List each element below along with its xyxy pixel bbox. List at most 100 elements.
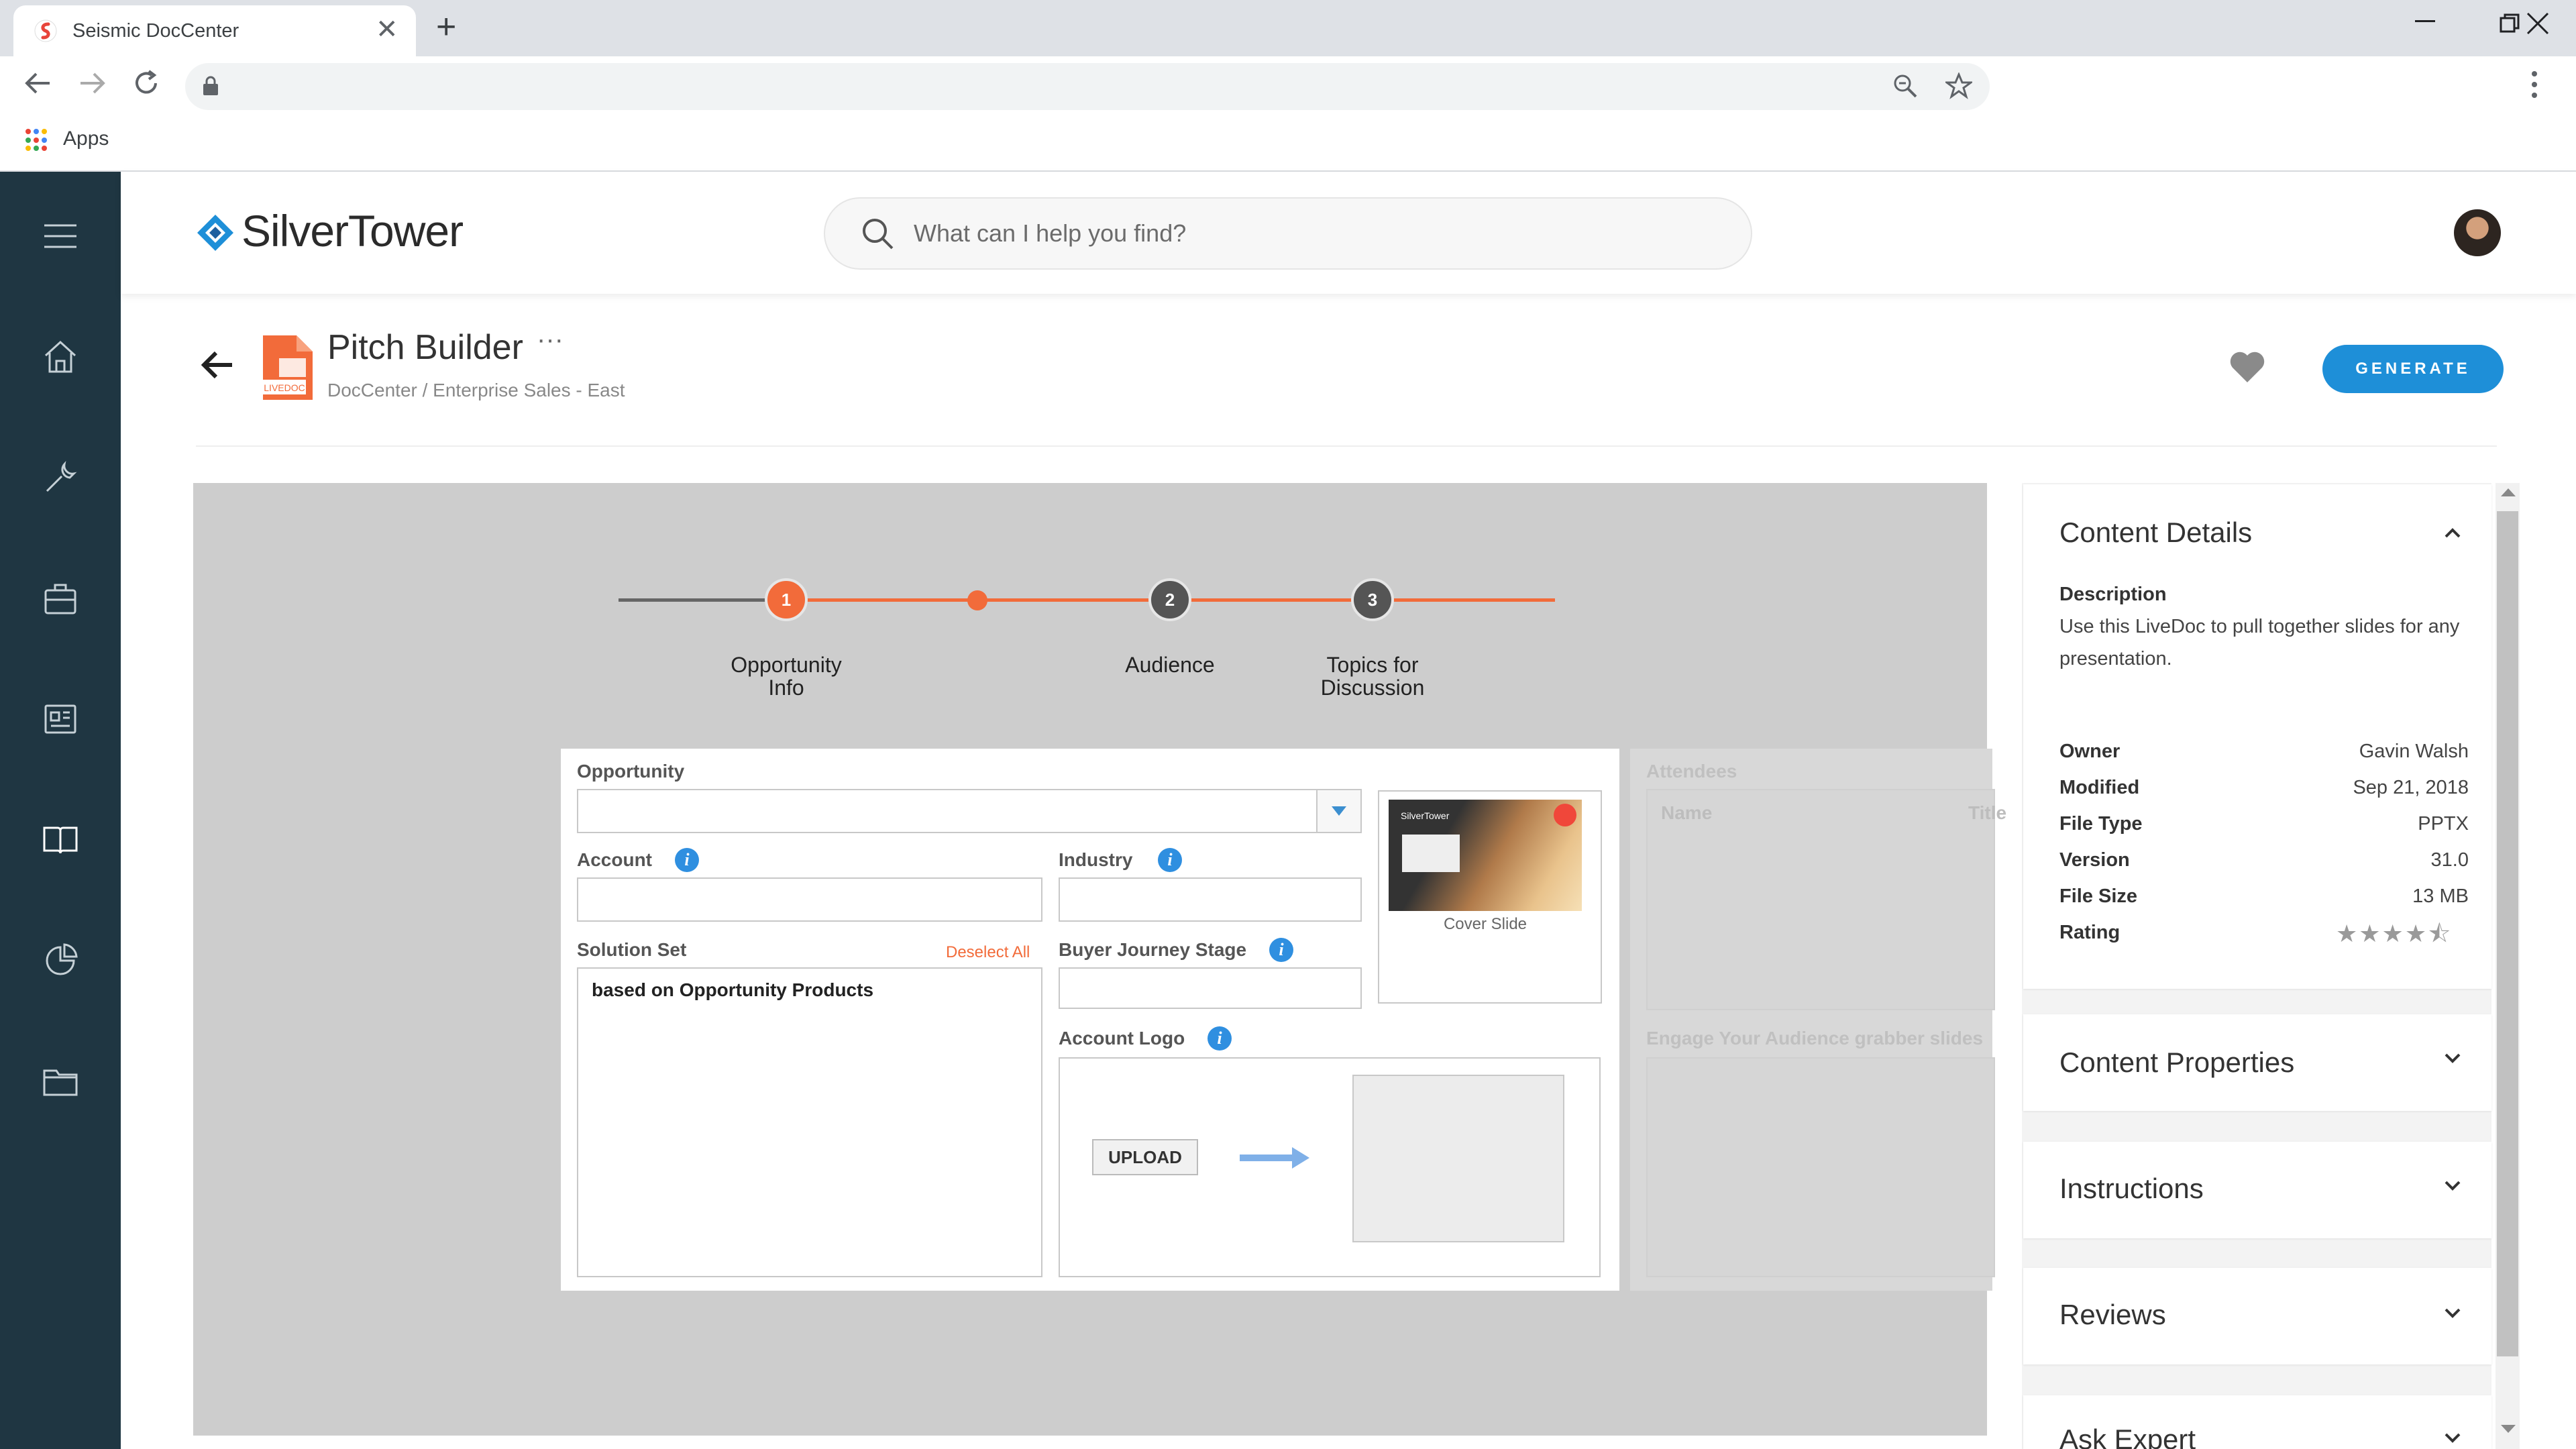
attendees-table[interactable]: Name Title <box>1646 789 2006 1010</box>
file-size-label: File Size <box>2059 885 2138 907</box>
dropdown-caret-icon <box>1332 806 1346 816</box>
modified-value: Sep 21, 2018 <box>2353 777 2469 798</box>
folder-icon[interactable] <box>36 1057 85 1106</box>
app-sidebar <box>0 172 121 1449</box>
seismic-favicon-icon <box>34 19 57 42</box>
silvertower-logo-icon[interactable] <box>196 213 235 252</box>
owner-label: Owner <box>2059 741 2121 762</box>
industry-info-icon[interactable]: i <box>1158 848 1182 872</box>
scroll-up-icon[interactable] <box>2501 487 2516 496</box>
generate-button[interactable]: GENERATE <box>2322 345 2504 393</box>
chevron-down-icon[interactable] <box>2442 1303 2463 1324</box>
description-label: Description <box>2059 584 2167 605</box>
new-tab-button[interactable]: + <box>436 9 456 44</box>
back-icon[interactable] <box>23 68 52 98</box>
close-window-icon[interactable] <box>2526 12 2549 35</box>
rating-stars[interactable]: ★★★★⯪ <box>2336 916 2452 957</box>
modified-label: Modified <box>2059 777 2140 798</box>
apps-icon[interactable] <box>25 129 48 152</box>
breadcrumb[interactable]: DocCenter / Enterprise Sales - East <box>327 380 625 401</box>
chevron-up-icon[interactable] <box>2442 522 2463 543</box>
forward-icon[interactable] <box>78 68 107 98</box>
buyer-journey-info-icon[interactable]: i <box>1269 938 1293 962</box>
step-2-label[interactable]: Audience <box>1103 653 1237 676</box>
browser-menu-icon[interactable] <box>2530 70 2538 99</box>
zoom-icon[interactable] <box>1892 72 1919 99</box>
reload-icon[interactable] <box>131 68 161 98</box>
opportunity-dropdown-button[interactable] <box>1316 790 1360 832</box>
app-logo-text[interactable]: SilverTower <box>241 205 464 256</box>
header-divider <box>196 445 2497 447</box>
content-details-card <box>2023 484 2491 989</box>
industry-input[interactable] <box>1059 877 1362 922</box>
buyer-journey-input[interactable] <box>1059 967 1362 1009</box>
grabber-slides-label: Engage Your Audience grabber slides <box>1646 1028 1984 1049</box>
account-logo-info-icon[interactable]: i <box>1208 1026 1232 1051</box>
owner-value: Gavin Walsh <box>2359 741 2469 762</box>
search-icon <box>863 219 894 250</box>
reviews-title[interactable]: Reviews <box>2059 1299 2166 1331</box>
description-text: Use this LiveDoc to pull together slides… <box>2059 616 2460 669</box>
wrench-icon[interactable] <box>36 453 85 502</box>
ask-expert-title[interactable]: Ask Expert <box>2059 1424 2196 1449</box>
user-avatar[interactable] <box>2454 209 2501 256</box>
step-1-label[interactable]: Opportunity Info <box>719 653 853 699</box>
deselect-all-link[interactable]: Deselect All <box>946 943 1030 962</box>
lock-badge-icon <box>1554 804 1576 826</box>
search-input[interactable] <box>914 213 1719 254</box>
favorite-heart-icon[interactable] <box>2229 350 2266 384</box>
grabber-slides-box[interactable] <box>1646 1057 1995 1277</box>
industry-label: Industry <box>1059 849 1133 870</box>
tab-title: Seismic DocCenter <box>72 20 239 42</box>
browser-tab[interactable]: Seismic DocCenter ✕ <box>13 5 416 56</box>
file-type-value: PPTX <box>2418 813 2469 835</box>
version-value: 31.0 <box>2430 849 2469 871</box>
attendees-col-title: Title <box>1968 802 2007 823</box>
content-properties-title[interactable]: Content Properties <box>2059 1046 2294 1079</box>
upload-button[interactable]: UPLOAD <box>1092 1139 1198 1175</box>
news-icon[interactable] <box>36 695 85 743</box>
page-title: Pitch Builder <box>327 328 523 367</box>
back-arrow-icon[interactable] <box>199 346 236 384</box>
more-options-icon[interactable]: ··· <box>537 325 564 355</box>
version-label: Version <box>2059 849 2130 871</box>
step-3-label[interactable]: Topics for Discussion <box>1305 653 1440 699</box>
minimize-icon[interactable] <box>2415 20 2435 23</box>
apps-bookmark[interactable]: Apps <box>63 127 109 150</box>
solution-set-value[interactable]: based on Opportunity Products <box>592 979 873 1001</box>
home-icon[interactable] <box>36 333 85 381</box>
cover-slide-thumbnail[interactable]: SilverTower <box>1389 800 1582 911</box>
step-2-circle[interactable]: 2 <box>1148 578 1191 621</box>
rating-label: Rating <box>2059 922 2121 943</box>
bookmark-star-icon[interactable] <box>1945 72 1972 99</box>
step-1-circle[interactable]: 1 <box>765 578 808 621</box>
file-type-label: File Type <box>2059 813 2143 835</box>
chevron-down-icon[interactable] <box>2442 1175 2463 1197</box>
cover-thumb-brand: SilverTower <box>1401 810 1450 821</box>
file-size-value: 13 MB <box>2412 885 2469 907</box>
hamburger-menu-icon[interactable] <box>36 212 85 260</box>
address-bar[interactable] <box>185 63 1990 110</box>
opportunity-select[interactable] <box>577 789 1362 833</box>
solution-set-list[interactable] <box>577 967 1042 1277</box>
step-3-circle[interactable]: 3 <box>1351 578 1394 621</box>
step-substep-dot[interactable] <box>967 590 987 610</box>
scroll-down-icon[interactable] <box>2501 1425 2516 1434</box>
attendees-col-name: Name <box>1661 802 1713 823</box>
livedoc-badge-text: LIVEDOC <box>264 382 305 393</box>
pie-chart-icon[interactable] <box>36 936 85 985</box>
tab-close-icon[interactable]: ✕ <box>376 16 398 43</box>
instructions-title[interactable]: Instructions <box>2059 1173 2204 1205</box>
restore-icon[interactable] <box>2500 13 2520 34</box>
chevron-down-icon[interactable] <box>2442 1428 2463 1449</box>
chevron-down-icon[interactable] <box>2442 1048 2463 1069</box>
livedoc-file-icon: LIVEDOC <box>263 335 313 400</box>
account-input[interactable] <box>577 877 1042 922</box>
book-icon[interactable] <box>36 816 85 864</box>
details-scroll-thumb[interactable] <box>2497 511 2518 1356</box>
account-info-icon[interactable]: i <box>675 848 699 872</box>
solution-set-label: Solution Set <box>577 939 687 960</box>
content-details-title[interactable]: Content Details <box>2059 517 2252 549</box>
briefcase-icon[interactable] <box>36 574 85 623</box>
arrow-right-icon <box>1240 1147 1309 1169</box>
